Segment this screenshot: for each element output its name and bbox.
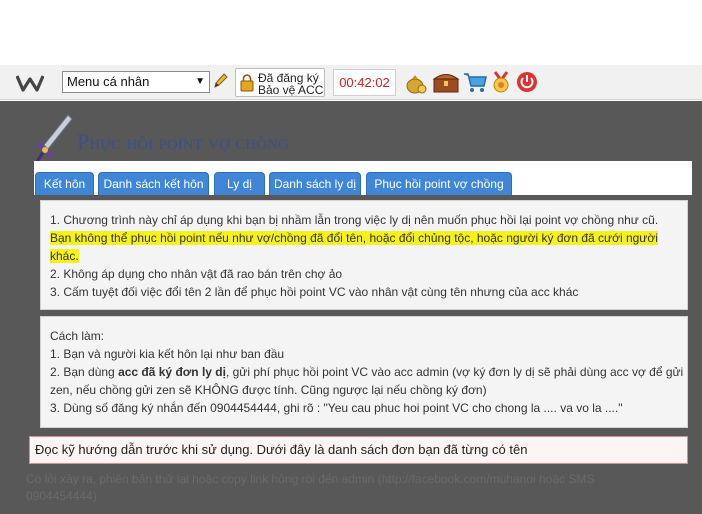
instructions-step-2-continued: zen, nếu chồng gửi zen sẽ KHÔNG được tín…	[50, 383, 487, 397]
tab-marriage[interactable]: Kết hôn	[35, 172, 94, 195]
footer-note: Có lỗi xảy ra, phiên bản thử lại hoặc co…	[26, 471, 656, 505]
personal-menu-select[interactable]: Menu cá nhân ▼	[62, 71, 210, 93]
tab-marriage-list[interactable]: Danh sách kết hôn	[98, 172, 209, 195]
power-icon[interactable]	[515, 70, 539, 94]
pencil-icon[interactable]	[212, 72, 228, 90]
footer-line-1: Có lỗi xảy ra, phiên bản thử lại hoặc co…	[26, 472, 595, 486]
notice-line-4: 2. Không áp dụng cho nhân vật đã rao bán…	[50, 267, 343, 281]
instructions-heading: Cách làm:	[50, 329, 105, 343]
instructions-step-1: 1. Bạn và người kia kết hôn lại như ban …	[50, 347, 285, 361]
w-logo-icon[interactable]	[16, 74, 44, 92]
step-2-suffix: , gửi phí phục hồi point VC vào acc admi…	[225, 365, 684, 379]
register-line-2: Bảo vệ ACC	[258, 83, 324, 97]
highlighted-text: Bạn không thể phục hồi point nếu như vợ/…	[50, 231, 658, 245]
tab-divorce-list[interactable]: Danh sách ly dị	[269, 172, 361, 195]
padlock-icon	[240, 74, 254, 92]
account-protection-button[interactable]: Đã đăng ký Bảo vệ ACC	[235, 68, 325, 97]
instructions-box: Cách làm: 1. Bạn và người kia kết hôn lạ…	[40, 316, 688, 428]
treasure-chest-icon[interactable]	[432, 70, 460, 94]
top-toolbar: Menu cá nhân ▼ Đã đăng ký Bảo vệ ACC 00:…	[0, 65, 702, 100]
alert-message: Đọc kỹ hướng dẫn trước khi sử dụng. Dưới…	[29, 436, 688, 464]
notice-line-3: khác.	[50, 247, 678, 265]
instructions-step-2: 2. Bạn dùng acc đã ký đơn ly dị, gửi phí…	[50, 363, 683, 381]
instructions-step-3: 3. Dùng số đăng ký nhắn đến 0904454444, …	[50, 401, 623, 415]
main-panel: Phục hồi point vợ chồng Kết hôn Danh sác…	[0, 101, 702, 514]
highlighted-text: khác.	[50, 249, 79, 263]
money-bag-icon[interactable]	[404, 70, 428, 94]
medal-icon[interactable]	[489, 70, 513, 94]
page-title: Phục hồi point vợ chồng	[77, 129, 289, 154]
notice-line-5: 3. Cấm tuyệt đối việc đổi tên 2 lần để p…	[50, 285, 579, 299]
personal-menu-value: Menu cá nhân	[67, 74, 150, 89]
dropdown-arrow-icon: ▼	[195, 76, 205, 87]
notice-box: 1. Chương trình này chỉ áp dụng khi bạn …	[40, 200, 688, 310]
footer-line-2: 0904454444)	[26, 489, 97, 503]
tab-bar: Kết hôn Danh sách kết hôn Ly dị Danh sác…	[34, 161, 692, 195]
tab-restore-couple-points[interactable]: Phục hồi point vợ chồng	[366, 172, 512, 195]
sword-icon	[34, 114, 73, 164]
notice-line-2: Bạn không thể phục hồi point nếu như vợ/…	[50, 229, 678, 247]
notice-line-1: 1. Chương trình này chỉ áp dụng khi bạn …	[50, 213, 659, 227]
session-timer: 00:42:02	[333, 69, 396, 96]
step-2-bold: acc đã ký đơn ly dị	[118, 365, 226, 379]
shopping-cart-icon[interactable]	[462, 70, 488, 94]
step-2-prefix: 2. Bạn dùng	[50, 365, 119, 379]
tab-divorce[interactable]: Ly dị	[214, 172, 265, 195]
